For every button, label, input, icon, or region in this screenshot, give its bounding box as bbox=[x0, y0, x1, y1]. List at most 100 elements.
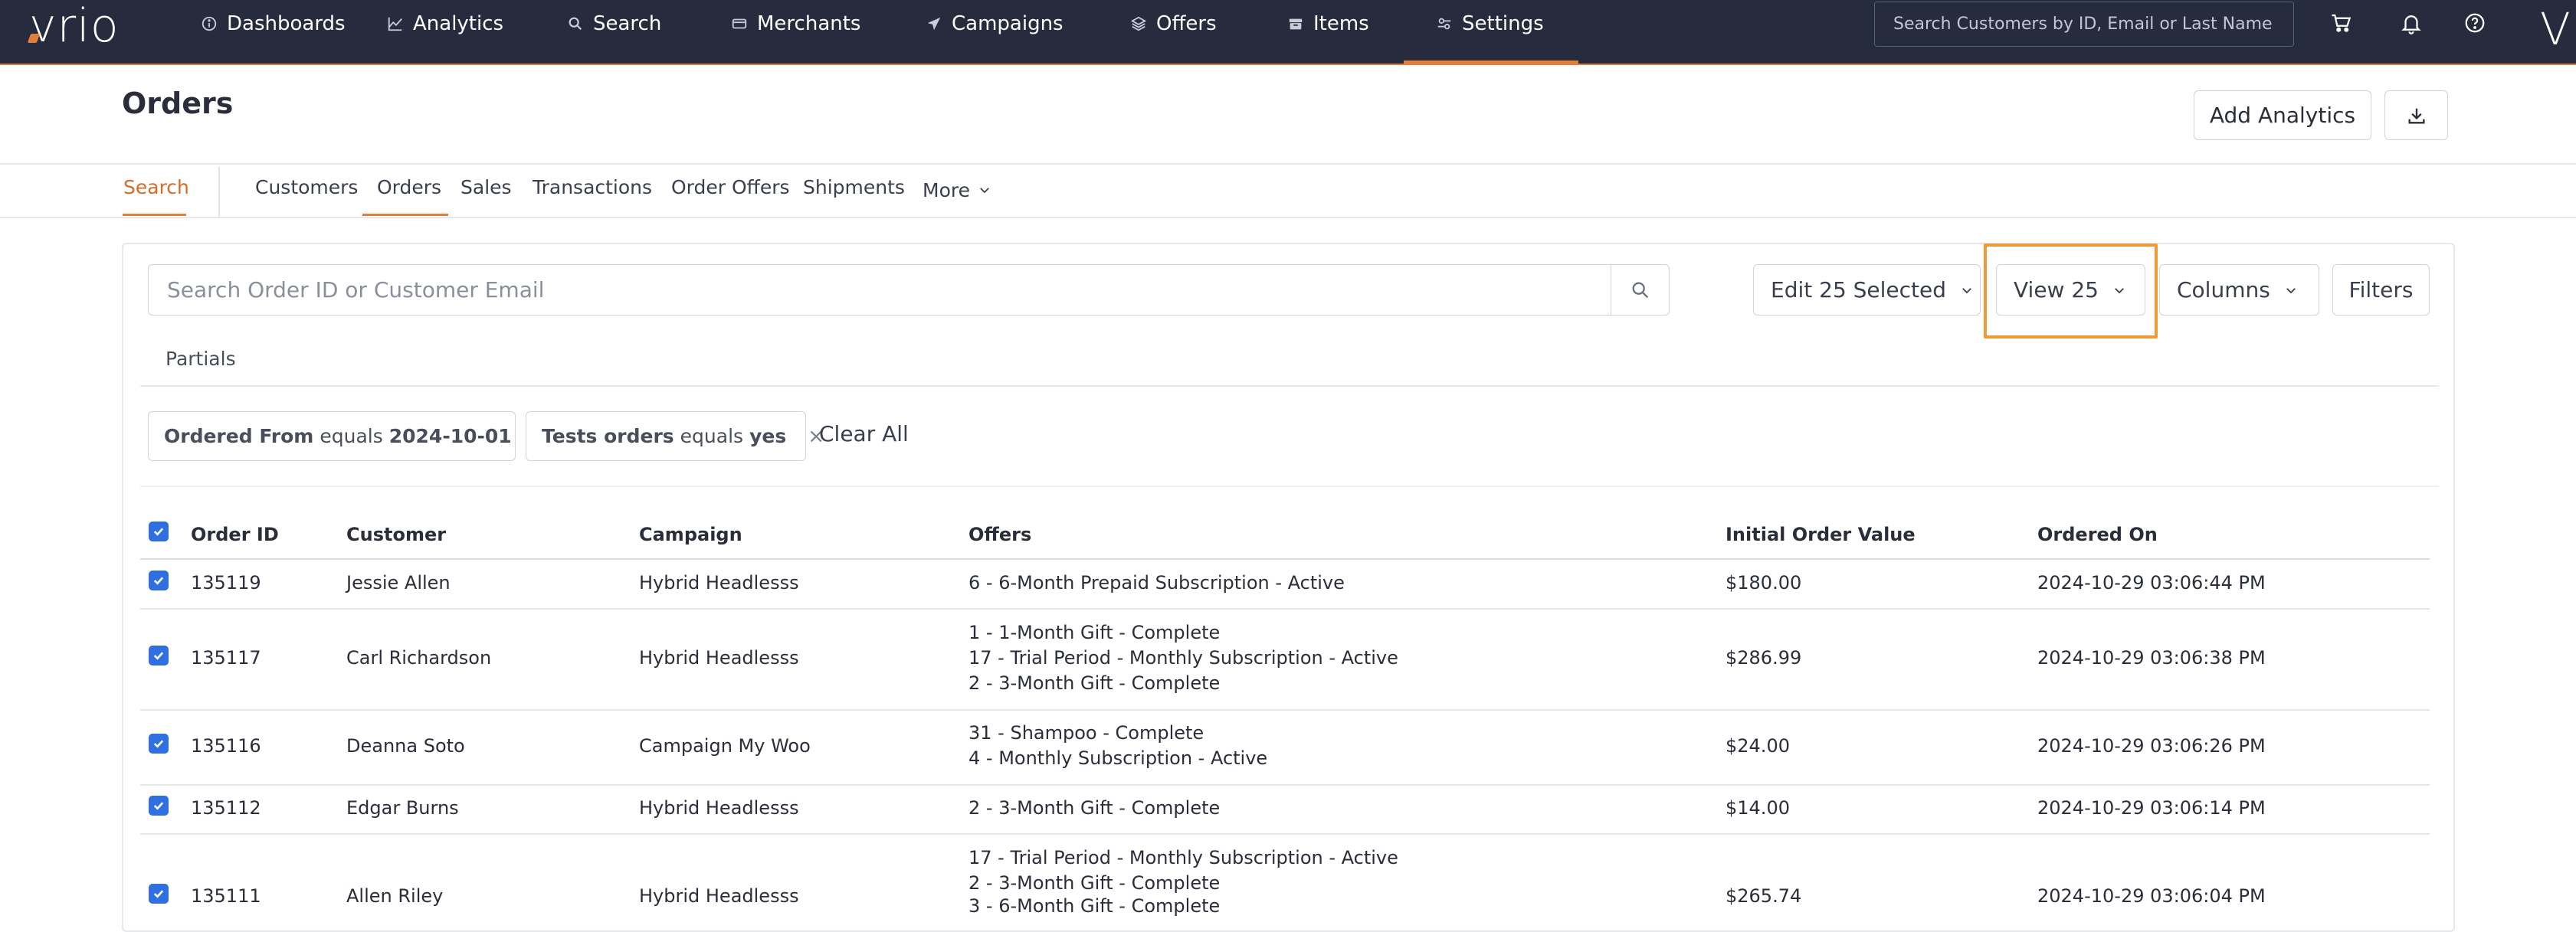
cell-offer: 1 - 1-Month Gift - Complete bbox=[968, 622, 1221, 643]
column-header-offers[interactable]: Offers bbox=[968, 524, 1031, 545]
user-avatar[interactable]: V bbox=[2540, 3, 2571, 55]
cell-offer: 31 - Shampoo - Complete bbox=[968, 722, 1204, 744]
global-customer-search-input[interactable]: Search Customers by ID, Email or Last Na… bbox=[1874, 2, 2294, 47]
columns-dropdown[interactable]: Columns bbox=[2159, 264, 2319, 316]
help-icon[interactable] bbox=[2461, 9, 2489, 37]
columns-label: Columns bbox=[2177, 277, 2270, 302]
row-checkbox[interactable] bbox=[149, 646, 169, 665]
column-header-order-id[interactable]: Order ID bbox=[191, 524, 279, 545]
row-divider bbox=[140, 709, 2430, 711]
row-divider bbox=[140, 784, 2430, 786]
nav-item-label: Offers bbox=[1156, 12, 1217, 35]
chip-value: yes bbox=[749, 425, 787, 447]
cell-customer[interactable]: Carl Richardson bbox=[346, 646, 491, 671]
cell-initial-order-value: $14.00 bbox=[1726, 797, 1790, 819]
filters-label: Filters bbox=[2348, 277, 2414, 302]
cell-ordered-on: 2024-10-29 03:06:44 PM bbox=[2037, 572, 2266, 594]
cell-ordered-on: 2024-10-29 03:06:14 PM bbox=[2037, 797, 2266, 819]
nav-item-offers[interactable]: Offers bbox=[1130, 0, 1217, 47]
nav-item-settings[interactable]: Settings bbox=[1436, 0, 1544, 47]
row-checkbox[interactable] bbox=[149, 796, 169, 816]
cell-customer[interactable]: Deanna Soto bbox=[346, 734, 465, 759]
partials-tab[interactable]: Partials bbox=[166, 348, 236, 370]
filters-button[interactable]: Filters bbox=[2332, 264, 2430, 316]
subtab-customers[interactable]: Customers bbox=[255, 176, 358, 204]
view-count-highlight bbox=[1984, 244, 2158, 338]
chip-value: 2024-10-01 bbox=[388, 425, 512, 447]
cell-customer[interactable]: Allen Riley bbox=[346, 884, 443, 909]
cell-order-id[interactable]: 135112 bbox=[191, 796, 261, 821]
logo-text: vrio bbox=[29, 0, 120, 53]
subtab-search-underline bbox=[123, 214, 186, 216]
table-header-divider bbox=[140, 558, 2430, 560]
nav-item-label: Settings bbox=[1462, 12, 1544, 35]
column-header-initial-order-value[interactable]: Initial Order Value bbox=[1726, 524, 1916, 545]
chevron-down-icon bbox=[1960, 283, 1974, 297]
row-divider bbox=[140, 608, 2430, 610]
cell-order-id[interactable]: 135119 bbox=[191, 571, 261, 596]
subtab-search[interactable]: Search bbox=[123, 176, 189, 204]
nav-item-label: Merchants bbox=[757, 12, 861, 35]
nav-item-merchants[interactable]: Merchants bbox=[731, 0, 860, 47]
cell-campaign: Hybrid Headlesss bbox=[639, 572, 799, 594]
chip-operator: equals bbox=[680, 425, 744, 447]
layers-icon bbox=[1130, 15, 1147, 32]
cell-offer: 17 - Trial Period - Monthly Subscription… bbox=[968, 647, 1398, 669]
subtab-sales[interactable]: Sales bbox=[460, 176, 512, 204]
cell-ordered-on: 2024-10-29 03:06:38 PM bbox=[2037, 647, 2266, 669]
add-analytics-button[interactable]: Add Analytics bbox=[2194, 90, 2371, 140]
row-checkbox[interactable] bbox=[149, 571, 169, 590]
vrio-logo[interactable]: vrio bbox=[27, 0, 120, 53]
subtab-transactions[interactable]: Transactions bbox=[533, 176, 652, 204]
nav-item-items[interactable]: Items bbox=[1287, 0, 1369, 47]
cell-order-id[interactable]: 135117 bbox=[191, 646, 261, 671]
chip-field: Ordered From bbox=[164, 425, 314, 447]
chevron-down-icon bbox=[2284, 283, 2298, 297]
order-search-input[interactable] bbox=[149, 265, 1611, 315]
cell-offer: 3 - 6-Month Gift - Complete bbox=[968, 895, 1221, 917]
cell-order-id[interactable]: 135111 bbox=[191, 884, 261, 909]
nav-item-search[interactable]: Search bbox=[567, 0, 661, 47]
column-header-campaign[interactable]: Campaign bbox=[639, 524, 742, 545]
nav-item-label: Analytics bbox=[413, 12, 504, 35]
cell-initial-order-value: $265.74 bbox=[1726, 885, 1802, 907]
edit-selected-dropdown[interactable]: Edit 25 Selected bbox=[1753, 264, 1981, 316]
top-navigation-bar: vrio Dashboards Analytics Search Merchan… bbox=[0, 0, 2576, 65]
cell-ordered-on: 2024-10-29 03:06:26 PM bbox=[2037, 735, 2266, 757]
select-all-checkbox[interactable] bbox=[149, 522, 169, 541]
bell-icon[interactable] bbox=[2397, 9, 2425, 37]
row-checkbox[interactable] bbox=[149, 884, 169, 904]
filter-chip-ordered-from[interactable]: Ordered From equals 2024-10-01 × bbox=[148, 411, 549, 461]
subtab-shipments[interactable]: Shipments bbox=[803, 176, 905, 204]
order-search-button[interactable] bbox=[1611, 265, 1669, 315]
header-divider bbox=[0, 163, 2576, 165]
nav-item-dashboards[interactable]: Dashboards bbox=[201, 0, 346, 47]
subtab-orders-underline bbox=[362, 214, 448, 216]
row-checkbox[interactable] bbox=[149, 734, 169, 754]
trend-line-icon bbox=[387, 15, 404, 32]
nav-item-label: Dashboards bbox=[227, 12, 346, 35]
nav-item-campaigns[interactable]: Campaigns bbox=[926, 0, 1064, 47]
filter-chip-tests-orders[interactable]: Tests orders equals yes × bbox=[526, 411, 824, 461]
order-search-field[interactable] bbox=[148, 264, 1670, 316]
cell-initial-order-value: $24.00 bbox=[1726, 735, 1790, 757]
tabs-divider bbox=[0, 217, 2576, 218]
cell-customer[interactable]: Jessie Allen bbox=[346, 571, 451, 596]
nav-item-label: Campaigns bbox=[952, 12, 1064, 35]
row-divider bbox=[140, 833, 2430, 835]
paper-plane-icon bbox=[926, 15, 942, 32]
nav-item-analytics[interactable]: Analytics bbox=[387, 0, 503, 47]
subtab-order-offers[interactable]: Order Offers bbox=[671, 176, 790, 204]
page-title: Orders bbox=[122, 87, 234, 120]
cart-icon[interactable] bbox=[2328, 9, 2355, 37]
cell-customer[interactable]: Edgar Burns bbox=[346, 796, 459, 821]
column-header-ordered-on[interactable]: Ordered On bbox=[2037, 524, 2158, 545]
download-icon bbox=[2406, 105, 2427, 126]
subtab-more[interactable]: More bbox=[923, 176, 991, 204]
cell-initial-order-value: $180.00 bbox=[1726, 572, 1802, 594]
cell-order-id[interactable]: 135116 bbox=[191, 734, 261, 759]
subtab-orders[interactable]: Orders bbox=[377, 176, 441, 204]
clear-all-filters-link[interactable]: Clear All bbox=[819, 421, 909, 446]
download-button[interactable] bbox=[2384, 90, 2448, 140]
column-header-customer[interactable]: Customer bbox=[346, 524, 446, 545]
